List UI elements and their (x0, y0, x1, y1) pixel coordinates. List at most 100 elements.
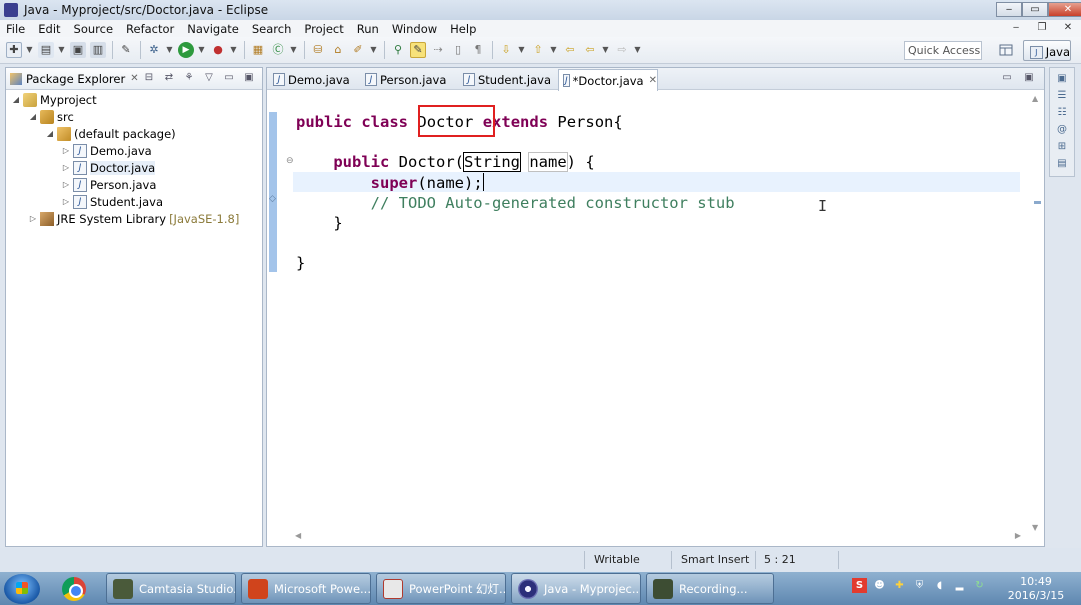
tree-item-default-package[interactable]: ◢ (default package) (45, 125, 176, 142)
console-icon[interactable]: ▤ (1055, 157, 1069, 171)
tree-item-jre-library[interactable]: ▷ JRE System Library [JavaSE-1.8] (28, 210, 239, 227)
debug-icon[interactable]: ✲ (146, 42, 162, 58)
java-perspective-button[interactable]: J Java (1023, 40, 1071, 61)
menu-run[interactable]: Run (351, 22, 386, 36)
task-powerpoint-slides[interactable]: PowerPoint 幻灯... (376, 573, 506, 604)
code-editor[interactable]: public class Doctor extends Person{ publ… (296, 112, 735, 274)
new-dropdown-icon[interactable]: ▼ (26, 42, 33, 58)
minimize-view-icon[interactable]: ▭ (222, 71, 236, 85)
collapsed-arrow-icon[interactable]: ▷ (61, 197, 71, 206)
minimize-view-icon[interactable]: ▭ (1000, 71, 1014, 85)
restore-icon[interactable]: ▣ (1055, 72, 1069, 86)
task-eclipse[interactable]: Java - Myprojec... (511, 573, 641, 604)
fold-collapse-icon[interactable]: ⊖ (286, 156, 294, 166)
open-dropdown-icon[interactable]: ▼ (58, 42, 65, 58)
search-icon[interactable]: ✐ (350, 42, 366, 58)
external-tools-icon[interactable]: ● (210, 42, 226, 58)
package-explorer-tab[interactable]: Package Explorer ✕ ⊟ ⇄ ⚘ ▽ ▭ ▣ (6, 68, 262, 90)
network-icon[interactable]: ▂ (952, 578, 967, 593)
link-with-editor-icon[interactable]: ⇄ (162, 71, 176, 85)
forward-icon[interactable]: ⇨ (614, 42, 630, 58)
volume-icon[interactable]: ◖ (932, 578, 947, 593)
menu-help[interactable]: Help (444, 22, 483, 36)
toggle-ant-icon[interactable]: ⚲ (390, 42, 406, 58)
tree-item-project[interactable]: ◢ Myproject (11, 91, 97, 108)
inner-close-button[interactable]: ✕ (1055, 20, 1081, 35)
collapse-all-icon[interactable]: ⊟ (142, 71, 156, 85)
close-icon[interactable]: ✕ (649, 75, 657, 86)
menu-refactor[interactable]: Refactor (120, 22, 181, 36)
run-dropdown-icon[interactable]: ▼ (198, 42, 205, 58)
open-perspective-icon[interactable] (998, 42, 1014, 58)
scroll-down-arrow-icon[interactable]: ▼ (1032, 523, 1038, 532)
security-icon[interactable]: ✚ (892, 578, 907, 593)
collapsed-arrow-icon[interactable]: ▷ (61, 180, 71, 189)
collapsed-arrow-icon[interactable]: ▷ (61, 163, 71, 172)
tree-item-student-java[interactable]: ▷ J Student.java (61, 193, 163, 210)
menu-navigate[interactable]: Navigate (181, 22, 246, 36)
antivirus-icon[interactable]: ⛨ (912, 578, 927, 593)
maximize-view-icon[interactable]: ▣ (1022, 71, 1036, 85)
last-edit-location-icon[interactable]: ⇦ (562, 42, 578, 58)
search-dropdown-icon[interactable]: ▼ (370, 42, 377, 58)
inner-minimize-button[interactable]: ‒ (1003, 20, 1029, 35)
task-powerpoint[interactable]: Microsoft Powe... (241, 573, 371, 604)
collapsed-arrow-icon[interactable]: ▷ (28, 214, 38, 223)
task-camtasia[interactable]: Camtasia Studio... (106, 573, 236, 604)
previous-annotation-icon[interactable]: ⇧ (530, 42, 546, 58)
new-class-icon[interactable]: Ⓒ (270, 42, 286, 58)
window-minimize-button[interactable]: ‒ (996, 2, 1022, 17)
scroll-right-arrow-icon[interactable]: ▶ (1015, 531, 1021, 540)
inner-restore-button[interactable]: ❐ (1029, 20, 1055, 35)
menu-file[interactable]: File (0, 22, 32, 36)
run-icon[interactable]: ▶ (178, 42, 194, 58)
block-selection-icon[interactable]: ⇢ (430, 42, 446, 58)
back-icon[interactable]: ⇦ (582, 42, 598, 58)
menu-search[interactable]: Search (246, 22, 299, 36)
new-class-dropdown-icon[interactable]: ▼ (290, 42, 297, 58)
collapsed-arrow-icon[interactable]: ▷ (61, 146, 71, 155)
mark-occurrences-icon[interactable]: ✎ (410, 42, 426, 58)
linked-param-token[interactable]: name (528, 152, 568, 173)
new-icon[interactable]: ✚ (6, 42, 22, 58)
save-icon[interactable]: ▣ (70, 42, 86, 58)
system-clock[interactable]: 10:49 2016/3/15 (1006, 575, 1066, 603)
menu-edit[interactable]: Edit (32, 22, 67, 36)
tree-item-person-java[interactable]: ▷ J Person.java (61, 176, 156, 193)
update-icon[interactable]: ↻ (972, 578, 987, 593)
open-type-icon[interactable]: ⛁ (310, 42, 326, 58)
editor-vertical-scrollbar[interactable]: ▲ ▼ (1028, 90, 1044, 536)
open-task-icon[interactable]: ⌂ (330, 42, 346, 58)
menu-project[interactable]: Project (298, 22, 350, 36)
javadoc-icon[interactable]: @ (1055, 123, 1069, 137)
declaration-icon[interactable]: ⊞ (1055, 140, 1069, 154)
previous-annotation-dropdown-icon[interactable]: ▼ (550, 42, 557, 58)
tree-item-src[interactable]: ◢ src (28, 108, 74, 125)
quick-access-input[interactable]: Quick Access (904, 41, 982, 60)
editor-horizontal-scrollbar[interactable]: ◀ ▶ (293, 531, 1023, 543)
expanded-arrow-icon[interactable]: ◢ (28, 112, 38, 121)
scroll-up-arrow-icon[interactable]: ▲ (1032, 94, 1038, 103)
overview-ruler-marker[interactable] (1034, 201, 1041, 204)
back-dropdown-icon[interactable]: ▼ (602, 42, 609, 58)
linked-type-token[interactable]: String (463, 152, 521, 173)
chrome-icon[interactable] (62, 577, 86, 601)
maximize-view-icon[interactable]: ▣ (242, 71, 256, 85)
show-whitespace-icon[interactable]: ▯ (450, 42, 466, 58)
view-menu-icon[interactable]: ▽ (202, 71, 216, 85)
tree-item-doctor-java[interactable]: ▷ J Doctor.java (61, 159, 156, 176)
focus-icon[interactable]: ⚘ (182, 71, 196, 85)
tab-demo-java[interactable]: J Demo.java (269, 69, 359, 90)
tab-person-java[interactable]: J Person.java (361, 69, 457, 90)
next-annotation-dropdown-icon[interactable]: ▼ (518, 42, 525, 58)
menu-source[interactable]: Source (68, 22, 121, 36)
expanded-arrow-icon[interactable]: ◢ (45, 129, 55, 138)
expanded-arrow-icon[interactable]: ◢ (11, 95, 21, 104)
tab-doctor-java[interactable]: J *Doctor.java ✕ (558, 69, 658, 91)
menu-window[interactable]: Window (386, 22, 444, 36)
toggle-breakpoint-icon[interactable]: ✎ (118, 42, 134, 58)
input-method-icon[interactable]: S (852, 578, 867, 593)
close-icon[interactable]: ✕ (130, 73, 138, 84)
tree-item-demo-java[interactable]: ▷ J Demo.java (61, 142, 152, 159)
task-recording[interactable]: Recording... (646, 573, 774, 604)
